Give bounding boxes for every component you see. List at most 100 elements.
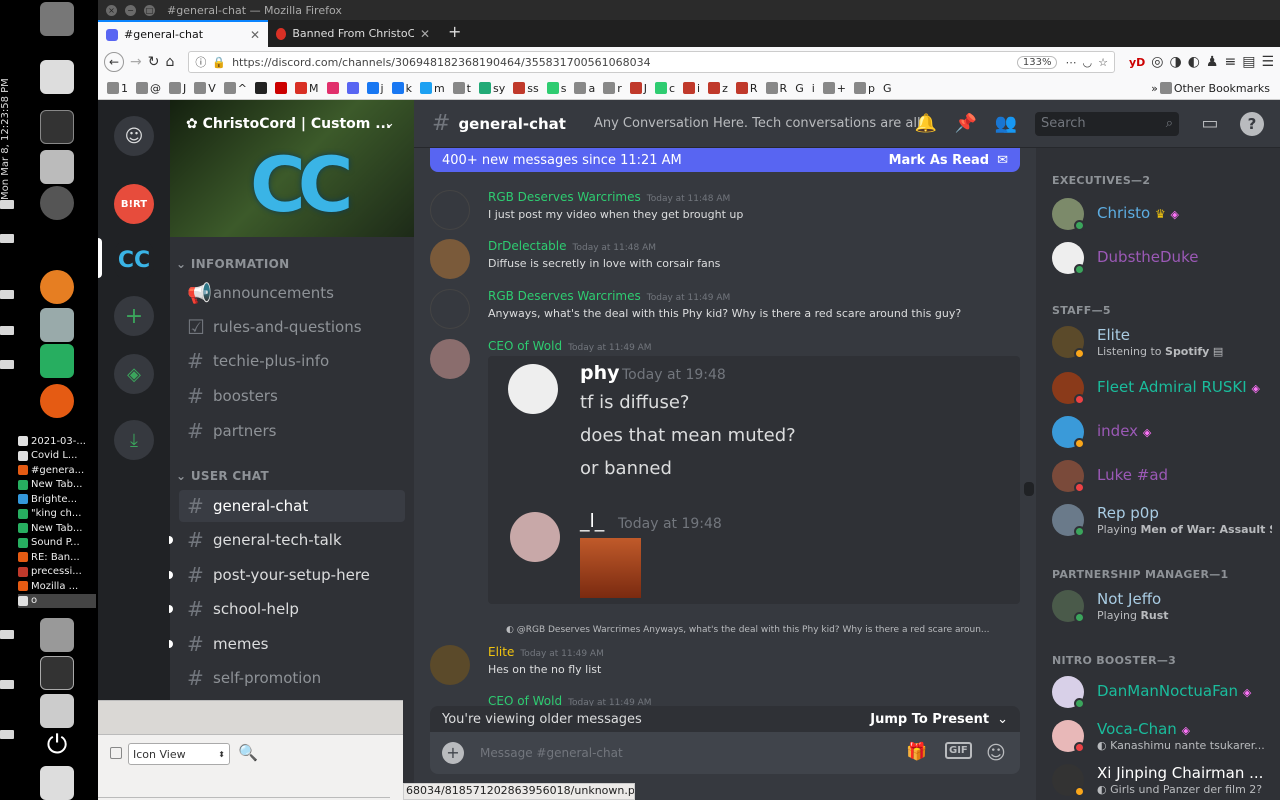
member-item[interactable]: Voca-Chan ◈ ◐ Kanashimu nante tsukarer..… — [1052, 716, 1272, 756]
minimize-button[interactable]: − — [125, 4, 136, 16]
new-messages-bar[interactable]: 400+ new messages since 11:21 AM Mark As… — [430, 148, 1020, 172]
extension-icon[interactable]: yD — [1129, 56, 1145, 69]
jump-to-present-button[interactable]: Jump To Present — [870, 712, 989, 727]
mark-as-read-button[interactable]: Mark As Read — [889, 153, 990, 168]
task-item[interactable]: RE: Ban... — [18, 550, 96, 565]
avatar[interactable] — [430, 645, 470, 685]
bookmark-item[interactable]: J — [166, 82, 189, 95]
tray-icon[interactable] — [0, 200, 14, 209]
message-input[interactable]: Message #general-chat — [480, 746, 623, 760]
add-server-icon[interactable]: + — [114, 296, 154, 336]
channel-announcements[interactable]: 📢 announcements — [179, 277, 405, 309]
bookmark-item[interactable]: z — [705, 82, 731, 95]
reply-reference[interactable]: ◐ @RGB Deserves Warcrimes Anyways, what'… — [506, 625, 990, 635]
avatar[interactable] — [430, 339, 470, 379]
extension-icon[interactable]: ♟ — [1206, 54, 1219, 70]
channel-techie-plus-info[interactable]: # techie-plus-info — [179, 345, 405, 377]
bookmark-item[interactable]: r — [600, 82, 625, 95]
channel-partners[interactable]: # partners — [179, 415, 405, 447]
author-name[interactable]: CEO of Wold — [488, 339, 562, 353]
author-name[interactable]: RGB Deserves Warcrimes — [488, 289, 641, 303]
bell-icon[interactable]: 🔔 — [914, 112, 938, 136]
notes-icon[interactable] — [40, 344, 74, 378]
avatar[interactable] — [430, 239, 470, 279]
author-name[interactable]: RGB Deserves Warcrimes — [488, 190, 641, 204]
task-item[interactable]: o — [18, 593, 96, 608]
bookmark-item[interactable]: M — [292, 82, 322, 95]
ubuntu-icon[interactable] — [40, 186, 74, 220]
power-icon[interactable]: ⏻ — [40, 730, 74, 764]
bookmark-item[interactable] — [324, 82, 342, 94]
gift-icon[interactable]: 🎁 — [906, 742, 927, 762]
bookmark-item[interactable]: G — [880, 82, 895, 95]
close-tab-icon[interactable]: ✕ — [250, 28, 260, 42]
text-editor-icon[interactable] — [40, 60, 74, 94]
author-name[interactable]: CEO of Wold — [488, 694, 562, 706]
bookmark-item[interactable]: p — [851, 82, 878, 95]
tray-icon[interactable] — [0, 730, 14, 739]
image-attachment[interactable]: phy Today at 19:48 tf is diffuse? does t… — [488, 356, 1020, 604]
library-icon[interactable]: ≡ — [1224, 54, 1236, 70]
task-item[interactable]: precessi... — [18, 565, 96, 580]
bookmark-item[interactable]: + — [820, 82, 849, 95]
bookmark-item[interactable] — [252, 82, 270, 94]
channel-memes[interactable]: # memes — [169, 628, 405, 660]
maximize-button[interactable]: □ — [144, 4, 155, 16]
bookmark-item[interactable]: i — [680, 82, 703, 95]
camera-icon[interactable] — [40, 694, 74, 728]
home-icon[interactable]: ⌂ — [165, 54, 174, 70]
christocord-server-icon[interactable]: CC — [114, 240, 154, 280]
gif-button[interactable]: GIF — [945, 742, 972, 759]
task-item[interactable]: Mozilla ... — [18, 579, 96, 594]
server-icon[interactable]: B!RT — [114, 184, 154, 224]
server-name[interactable]: ✿ ChristoCord | Custom ... — [186, 116, 391, 132]
menu-icon[interactable]: ☰ — [1261, 54, 1274, 70]
category-user-chat[interactable]: ⌄ USER CHAT — [176, 469, 269, 483]
close-window-button[interactable]: × — [106, 4, 117, 16]
bookmark-item[interactable]: j — [364, 82, 387, 95]
bookmark-item[interactable] — [272, 82, 290, 94]
view-mode-select[interactable]: Icon View ⬍ — [128, 743, 230, 765]
bookmark-star-icon[interactable]: ☆ — [1098, 56, 1108, 69]
bookmark-item[interactable]: R — [733, 82, 761, 95]
bookmark-item[interactable]: t — [450, 82, 474, 95]
terminal-icon[interactable] — [40, 110, 74, 144]
forward-icon[interactable]: → — [130, 54, 142, 70]
page-actions-icon[interactable]: ⋯ — [1065, 56, 1076, 69]
download-apps-icon[interactable]: ⤓ — [114, 420, 154, 460]
app-icon[interactable] — [40, 766, 74, 800]
bookmark-item[interactable]: i — [809, 82, 818, 95]
bookmark-item[interactable]: 1 — [104, 82, 131, 95]
task-item[interactable]: Sound P... — [18, 536, 96, 551]
task-item[interactable]: Brighte... — [18, 492, 96, 507]
task-item[interactable]: New Tab... — [18, 478, 96, 493]
tray-icon[interactable] — [0, 290, 14, 299]
member-item[interactable]: Christo ♛ ◈ — [1052, 194, 1272, 234]
back-icon[interactable]: ← — [104, 52, 124, 72]
chevron-down-icon[interactable]: ⌄ — [384, 116, 395, 131]
member-item[interactable]: Elite Listening to Spotify ▤ — [1052, 322, 1272, 362]
scanner-icon[interactable] — [40, 150, 74, 184]
member-item[interactable]: Rep p0p Playing Men of War: Assault S... — [1052, 500, 1272, 540]
search-input[interactable]: Search ⌕ — [1035, 112, 1179, 136]
bookmark-item[interactable]: ss — [510, 82, 541, 95]
bookmark-item[interactable]: a — [571, 82, 598, 95]
bookmark-item[interactable]: sy — [476, 82, 508, 95]
new-tab-button[interactable]: + — [438, 20, 471, 47]
tab-general-chat[interactable]: #general-chat ✕ — [98, 20, 268, 47]
channel-post-your-setup-here[interactable]: # post-your-setup-here — [169, 559, 405, 591]
task-item[interactable]: Covid L... — [18, 449, 96, 464]
bookmark-item[interactable]: G — [792, 82, 807, 95]
author-name[interactable]: Elite — [488, 645, 514, 659]
member-item[interactable]: index ◈ — [1052, 412, 1272, 452]
member-item[interactable]: Luke #ad — [1052, 456, 1272, 496]
other-bookmarks[interactable]: » Other Bookmarks — [1148, 82, 1280, 95]
bookmark-item[interactable]: J — [627, 82, 650, 95]
member-item[interactable]: Not Jeffo Playing Rust — [1052, 586, 1272, 626]
bookmark-item[interactable]: c — [652, 82, 678, 95]
sidebar-icon[interactable]: ▤ — [1242, 54, 1255, 70]
members-icon[interactable]: 👥 — [994, 112, 1018, 136]
channel-rules[interactable]: ☑ rules-and-questions — [179, 311, 405, 343]
bookmark-item[interactable] — [344, 82, 362, 94]
task-item[interactable]: "king ch... — [18, 507, 96, 522]
